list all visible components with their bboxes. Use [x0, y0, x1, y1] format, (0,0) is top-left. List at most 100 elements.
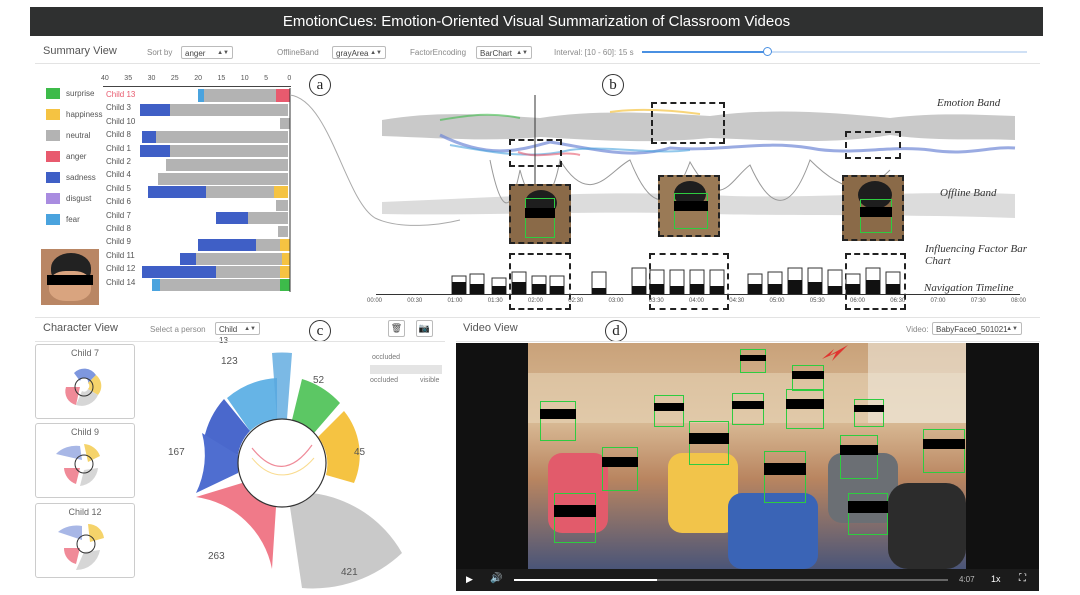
factor-bar-fill	[808, 282, 822, 294]
count-red: 263	[208, 551, 225, 562]
video-progress-track[interactable]	[514, 579, 948, 581]
nav-timeline-axis[interactable]	[376, 294, 1020, 295]
child-row-label[interactable]: Child 4	[106, 170, 131, 179]
legend-item-surprise[interactable]: surprise	[46, 88, 94, 99]
volume-icon[interactable]: 🔊	[490, 573, 502, 584]
child-row-label[interactable]: Child 2	[106, 157, 131, 166]
fullscreen-icon[interactable]: ⛶	[1019, 573, 1026, 584]
play-button[interactable]: ▶	[466, 574, 473, 585]
face-snapshot-3[interactable]	[842, 175, 904, 241]
legend-label: neutral	[66, 131, 91, 140]
video-select[interactable]: BabyFace0_501021 ▲▼	[932, 322, 1022, 335]
chevron-down-icon: ▲▼	[244, 326, 256, 332]
face-detection-box[interactable]	[602, 447, 638, 491]
legend-swatch	[46, 172, 60, 183]
timeline-tick-label: 05:30	[809, 298, 825, 304]
face-detection-box[interactable]	[654, 395, 684, 427]
factor-bar-fill	[788, 280, 802, 294]
child-row-label[interactable]: Child 3	[106, 103, 131, 112]
child-row-label[interactable]: Child 5	[106, 184, 131, 193]
child-row-label[interactable]: Child 8	[106, 130, 131, 139]
thumb-card-2[interactable]: Child 9	[35, 423, 135, 498]
video-player[interactable]	[456, 343, 1039, 591]
factor-bar-fill	[492, 286, 506, 294]
face-detection-box[interactable]	[848, 493, 888, 535]
radial-center	[237, 418, 327, 508]
axis-tick-label: 40	[101, 75, 109, 82]
sort-by-select[interactable]: anger ▲▼	[181, 46, 233, 59]
legend-item-happiness[interactable]: happiness	[46, 109, 102, 120]
face-detection-box[interactable]	[923, 429, 965, 473]
child-row-label[interactable]: Child 12	[106, 264, 135, 273]
face-detection-box[interactable]	[786, 389, 824, 429]
select-person-dropdown[interactable]: Child 13 ▲▼	[215, 322, 260, 345]
face-detection-box[interactable]	[854, 399, 884, 427]
face-detection-box[interactable]	[540, 401, 576, 441]
face-detection-box[interactable]	[554, 493, 596, 543]
legend-item-neutral[interactable]: neutral	[46, 130, 90, 141]
factor-bar-fill	[670, 286, 684, 294]
legend-swatch	[46, 214, 60, 225]
legend-swatch	[46, 109, 60, 120]
app-title-bar: EmotionCues: Emotion-Oriented Visual Sum…	[30, 7, 1043, 36]
face-detection-box[interactable]	[840, 435, 878, 479]
delete-button[interactable]: 🗑	[388, 320, 405, 337]
child-row-label[interactable]: Child 13	[106, 90, 135, 99]
timeline-tick-label: 07:30	[970, 298, 986, 304]
timeline-tick-label: 05:00	[769, 298, 785, 304]
legend-label: disgust	[66, 194, 92, 203]
timeline-tick-label: 08:00	[1011, 298, 1027, 304]
timeline-tick-label: 00:00	[367, 298, 383, 304]
child-avatar	[41, 249, 99, 305]
interval-slider-handle[interactable]	[762, 47, 772, 56]
video-progress-fill	[514, 579, 658, 581]
legend-item-anger[interactable]: anger	[46, 151, 86, 162]
playback-speed[interactable]: 1x	[991, 574, 1001, 584]
offline-band-select[interactable]: grayArea ▲▼	[332, 46, 386, 59]
face-snapshot-2[interactable]	[658, 175, 720, 237]
thumb-card-1[interactable]: Child 7	[35, 344, 135, 419]
factor-encoding-select[interactable]: BarChart ▲▼	[476, 46, 532, 59]
child-row-label[interactable]: Child 11	[106, 251, 135, 260]
legend-gradient	[370, 365, 442, 374]
child-row-label[interactable]: Child 14	[106, 278, 135, 287]
face-snapshot-1[interactable]	[509, 184, 571, 244]
interval-slider-track[interactable]	[642, 47, 1027, 56]
timeline-tick-label: 03:30	[648, 298, 664, 304]
legend-swatch	[46, 151, 60, 162]
legend-label: anger	[66, 152, 87, 161]
bar-neutral-child-6	[276, 200, 288, 211]
snapshot-button[interactable]: 📷	[416, 320, 433, 337]
child-row-label[interactable]: Child 7	[106, 211, 131, 220]
summary-view-title: Summary View	[43, 45, 117, 57]
face-detection-box[interactable]	[764, 451, 806, 503]
child-row-label[interactable]: Child 8	[106, 224, 131, 233]
thumb-card-3[interactable]: Child 12	[35, 503, 135, 578]
legend-item-disgust[interactable]: disgust	[46, 193, 91, 204]
offline-band-label: OfflineBand	[277, 48, 319, 57]
face-detection-box[interactable]	[732, 393, 764, 425]
axis-tick-label: 5	[264, 75, 268, 82]
bar-happiness-child-5	[274, 186, 288, 198]
timeline-tick-label: 06:30	[890, 298, 906, 304]
timeline-tick-label: 03:00	[608, 298, 624, 304]
section-divider	[35, 317, 1040, 318]
axis-tick-label: 15	[217, 75, 226, 82]
child-row-label[interactable]: Child 9	[106, 237, 131, 246]
sort-by-value: anger	[185, 49, 206, 58]
legend-label: fear	[66, 215, 80, 224]
child-row-label[interactable]: Child 1	[106, 144, 131, 153]
legend-item-sadness[interactable]: sadness	[46, 172, 96, 183]
count-blue-left: 167	[168, 447, 185, 458]
highlight-box-2	[651, 102, 725, 144]
legend-label: sadness	[66, 173, 96, 182]
interval-slider-fill	[642, 51, 767, 53]
face-detection-box[interactable]	[740, 349, 766, 373]
factor-bar-fill	[748, 284, 762, 294]
timeline-tick-label: 06:00	[850, 298, 866, 304]
emotion-band-label: Emotion Band	[937, 97, 1001, 109]
child-row-label[interactable]: Child 10	[106, 117, 135, 126]
bar-neutral-child-12	[216, 266, 280, 278]
child-row-label[interactable]: Child 6	[106, 197, 131, 206]
legend-item-fear[interactable]: fear	[46, 214, 80, 225]
